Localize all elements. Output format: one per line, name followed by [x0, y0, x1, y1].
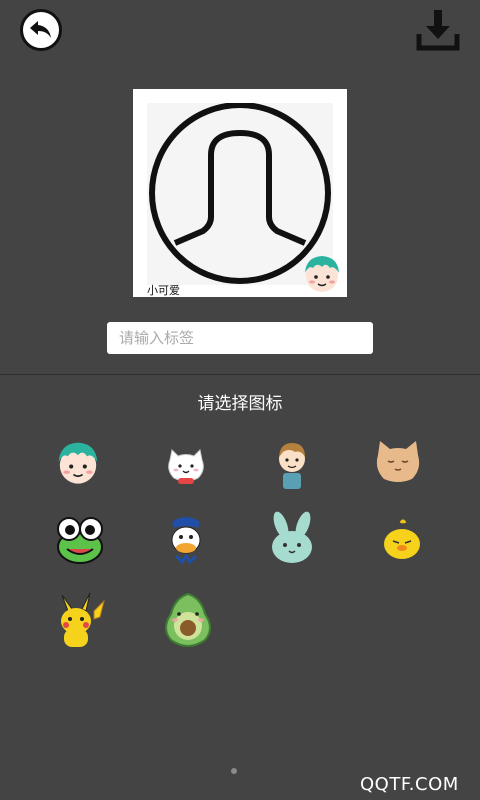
brown-hair-boy-icon: [279, 443, 305, 489]
green-frog-icon: [57, 517, 103, 564]
icon-option-pikachu[interactable]: [48, 590, 108, 650]
tag-input[interactable]: [107, 322, 373, 354]
page-indicator-dot: [231, 768, 237, 774]
icon-option-avocado[interactable]: [158, 590, 218, 650]
preview-badge-sticker: [305, 256, 339, 292]
white-cat-icon: [168, 448, 204, 484]
avocado-icon: [165, 592, 211, 647]
divider: [0, 374, 480, 375]
download-button[interactable]: [416, 8, 460, 52]
pikachu-icon: [61, 592, 105, 647]
duck-sailor-icon: [171, 517, 201, 565]
yellow-chick-icon: [384, 519, 420, 559]
icon-section-title: 请选择图标: [197, 394, 283, 414]
green-hair-boy-icon: [58, 442, 98, 484]
icon-option-white-cat[interactable]: [156, 436, 216, 496]
icon-option-duck-sailor[interactable]: [156, 510, 216, 570]
back-arrow-icon: [30, 21, 51, 38]
orange-cat-icon: [376, 441, 420, 482]
icon-option-green-hair-boy[interactable]: [48, 432, 108, 492]
icon-option-mint-bunny[interactable]: [262, 508, 322, 568]
icon-option-orange-cat[interactable]: [368, 432, 428, 492]
back-button[interactable]: [20, 9, 62, 51]
download-icon: [416, 10, 460, 51]
icon-option-brown-hair-boy[interactable]: [262, 434, 322, 494]
avatar-preview: 小可爱: [133, 89, 347, 297]
preview-label: 小可爱: [147, 284, 180, 297]
watermark: QQTF.COM: [360, 774, 459, 795]
mint-bunny-icon: [272, 511, 312, 563]
icon-option-yellow-chick[interactable]: [372, 510, 432, 570]
icon-option-green-frog[interactable]: [50, 510, 110, 570]
